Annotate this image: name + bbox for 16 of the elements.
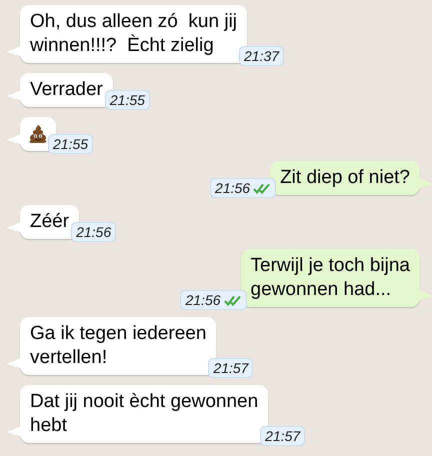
message-time: 21:57 [213,358,248,378]
message-time: 21:55 [53,134,88,154]
message-time: 21:56 [185,290,221,310]
message-text: Terwijl je toch bijna gewonnen had... [250,254,410,302]
message-time: 21:37 [244,46,280,66]
message-text: Verrader [30,78,103,102]
poop-icon [28,125,48,143]
message-text: Zit diep of niet? [280,166,410,190]
message-time: 21:56 [76,222,112,242]
message-text: Dat jij nooit ècht gewonnen hebt [30,390,258,438]
message-time: 21:55 [110,90,145,110]
message-text: Zéér [30,210,70,234]
message-time: 21:56 [215,178,250,198]
message-text: Ga ik tegen iedereen vertellen! [30,322,206,370]
message-text: Oh, dus alleen zó kun jij winnen!!!? Ècht zielig [30,10,238,58]
message-time: 21:57 [265,426,300,446]
